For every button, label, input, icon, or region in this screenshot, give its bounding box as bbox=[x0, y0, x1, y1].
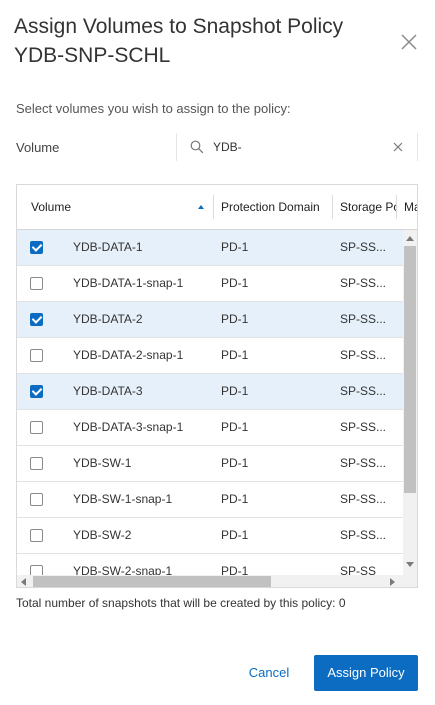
clear-search-icon[interactable] bbox=[391, 140, 405, 154]
volume-cell: YDB-SW-2 bbox=[73, 528, 132, 542]
protection-domain-cell: PD-1 bbox=[221, 564, 249, 575]
row-checkbox[interactable] bbox=[30, 313, 43, 326]
filter-label: Volume bbox=[16, 140, 60, 155]
protection-domain-cell: PD-1 bbox=[221, 312, 249, 326]
table-row[interactable]: YDB-SW-1 PD-1 SP-SS... bbox=[17, 446, 403, 482]
scroll-down-icon[interactable] bbox=[406, 562, 414, 567]
column-header-storage-pool[interactable]: Storage Pool bbox=[334, 185, 396, 229]
dialog-subtitle: Select volumes you wish to assign to the… bbox=[16, 101, 291, 116]
column-header-protection-domain[interactable]: Protection Domain bbox=[215, 185, 331, 229]
storage-pool-cell: SP-SS... bbox=[340, 276, 387, 290]
volume-cell: YDB-SW-1-snap-1 bbox=[73, 492, 173, 506]
column-separator bbox=[396, 195, 397, 219]
volume-cell: YDB-SW-1 bbox=[73, 456, 132, 470]
volume-cell: YDB-DATA-2 bbox=[73, 312, 143, 326]
row-checkbox[interactable] bbox=[30, 349, 43, 362]
row-checkbox[interactable] bbox=[30, 277, 43, 290]
table-row[interactable]: YDB-DATA-3-snap-1 PD-1 SP-SS... bbox=[17, 410, 403, 446]
cancel-button[interactable]: Cancel bbox=[236, 655, 302, 691]
grid-body: YDB-DATA-1 PD-1 SP-SS... YDB-DATA-1-snap-1 P… bbox=[17, 230, 403, 575]
storage-pool-cell: SP-SS... bbox=[340, 312, 387, 326]
column-separator bbox=[332, 195, 333, 219]
assign-policy-button[interactable]: Assign Policy bbox=[314, 655, 418, 691]
storage-pool-cell: SP-SS... bbox=[340, 528, 387, 542]
scrollbar-corner bbox=[403, 575, 417, 587]
protection-domain-cell: PD-1 bbox=[221, 276, 249, 290]
row-checkbox[interactable] bbox=[30, 241, 43, 254]
row-checkbox[interactable] bbox=[30, 565, 43, 575]
table-row[interactable]: YDB-SW-1-snap-1 PD-1 SP-SS... bbox=[17, 482, 403, 518]
protection-domain-cell: PD-1 bbox=[221, 492, 249, 506]
row-checkbox[interactable] bbox=[30, 529, 43, 542]
filter-divider bbox=[176, 133, 177, 161]
dialog-title: Assign Volumes to Snapshot Policy YDB-SN… bbox=[14, 15, 344, 67]
close-icon bbox=[401, 34, 417, 50]
protection-domain-cell: PD-1 bbox=[221, 348, 249, 362]
volume-cell: YDB-DATA-1 bbox=[73, 240, 143, 254]
sort-ascending-icon bbox=[198, 205, 204, 209]
snapshot-count-text: Total number of snapshots that will be c… bbox=[16, 596, 346, 610]
scroll-up-icon[interactable] bbox=[406, 236, 414, 241]
protection-domain-cell: PD-1 bbox=[221, 456, 249, 470]
storage-pool-cell: SP-SS... bbox=[340, 456, 387, 470]
volume-cell: YDB-SW-2-snap-1 bbox=[73, 564, 173, 575]
scroll-right-icon[interactable] bbox=[390, 578, 395, 586]
close-dialog-button[interactable] bbox=[398, 31, 420, 53]
row-checkbox[interactable] bbox=[30, 385, 43, 398]
grid-header: Volume Protection Domain Storage Pool Ma bbox=[17, 185, 417, 230]
search-box bbox=[186, 133, 418, 161]
row-checkbox[interactable] bbox=[30, 457, 43, 470]
scroll-left-icon[interactable] bbox=[21, 578, 26, 586]
table-row[interactable]: YDB-SW-2 PD-1 SP-SS... bbox=[17, 518, 403, 554]
storage-pool-cell: SP-SS... bbox=[340, 240, 387, 254]
volume-cell: YDB-DATA-3-snap-1 bbox=[73, 420, 184, 434]
vertical-scrollbar[interactable] bbox=[403, 230, 417, 575]
search-input[interactable] bbox=[213, 140, 373, 154]
storage-pool-cell: SP-SS bbox=[340, 564, 377, 575]
table-row[interactable]: YDB-DATA-1 PD-1 SP-SS... bbox=[17, 230, 403, 266]
column-separator bbox=[213, 195, 214, 219]
storage-pool-cell: SP-SS... bbox=[340, 384, 387, 398]
search-icon bbox=[190, 140, 204, 154]
column-header-more[interactable]: Ma bbox=[398, 185, 417, 229]
table-row[interactable]: YDB-DATA-2-snap-1 PD-1 SP-SS... bbox=[17, 338, 403, 374]
table-row[interactable]: YDB-DATA-3 PD-1 SP-SS... bbox=[17, 374, 403, 410]
volume-cell: YDB-DATA-3 bbox=[73, 384, 143, 398]
volume-cell: YDB-DATA-1-snap-1 bbox=[73, 276, 184, 290]
search-divider bbox=[417, 133, 418, 161]
storage-pool-cell: SP-SS... bbox=[340, 492, 387, 506]
volumes-grid: Volume Protection Domain Storage Pool Ma… bbox=[16, 184, 418, 588]
storage-pool-cell: SP-SS... bbox=[340, 348, 387, 362]
horizontal-scroll-thumb[interactable] bbox=[33, 576, 271, 587]
protection-domain-cell: PD-1 bbox=[221, 384, 249, 398]
protection-domain-cell: PD-1 bbox=[221, 420, 249, 434]
column-header-volume[interactable]: Volume bbox=[25, 185, 210, 229]
vertical-scroll-thumb[interactable] bbox=[404, 246, 416, 493]
row-checkbox[interactable] bbox=[30, 421, 43, 434]
table-row[interactable]: YDB-DATA-2 PD-1 SP-SS... bbox=[17, 302, 403, 338]
protection-domain-cell: PD-1 bbox=[221, 240, 249, 254]
table-row[interactable]: YDB-DATA-1-snap-1 PD-1 SP-SS... bbox=[17, 266, 403, 302]
row-checkbox[interactable] bbox=[30, 493, 43, 506]
protection-domain-cell: PD-1 bbox=[221, 528, 249, 542]
storage-pool-cell: SP-SS... bbox=[340, 420, 387, 434]
horizontal-scrollbar[interactable] bbox=[17, 575, 403, 587]
table-row[interactable]: YDB-SW-2-snap-1 PD-1 SP-SS bbox=[17, 554, 403, 575]
volume-cell: YDB-DATA-2-snap-1 bbox=[73, 348, 184, 362]
